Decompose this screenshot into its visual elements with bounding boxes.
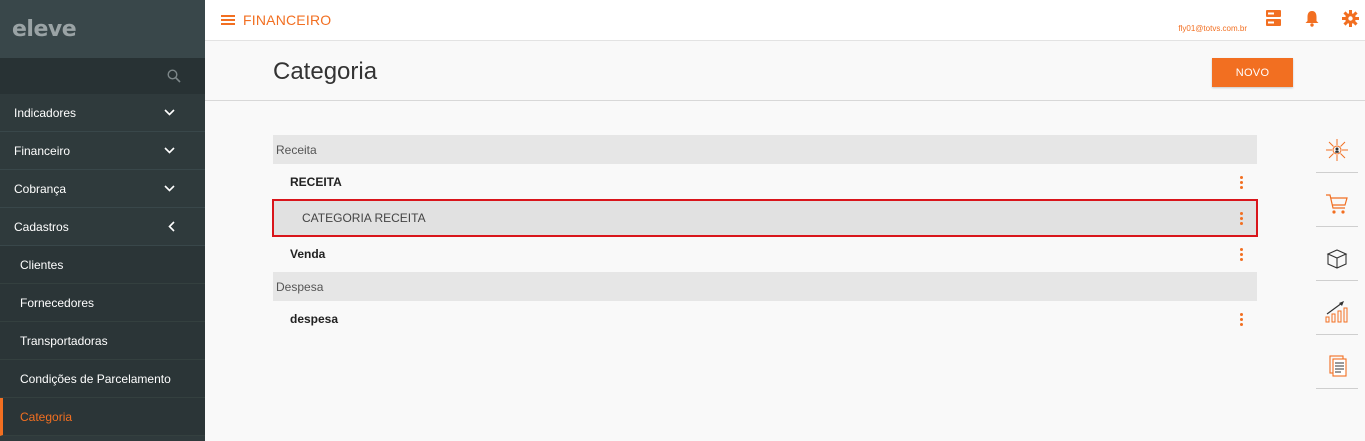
network-icon — [1326, 139, 1348, 161]
sidebar-item-label: Financeiro — [14, 143, 71, 158]
shortcut-bar — [1316, 128, 1358, 398]
list-item[interactable]: despesa — [273, 301, 1257, 337]
gear-icon[interactable] — [1342, 10, 1359, 27]
sidebar-subitem-condicoes-parcelamento[interactable]: Condições de Parcelamento — [0, 360, 205, 398]
shortcut-cart[interactable] — [1316, 182, 1358, 227]
more-options-icon[interactable] — [1236, 311, 1247, 328]
sidebar-item-cobranca[interactable]: Cobrança — [0, 170, 205, 208]
chevron-down-icon — [164, 185, 175, 192]
sidebar-subitem-categoria[interactable]: Categoria — [0, 398, 205, 436]
bell-icon[interactable] — [1305, 10, 1319, 27]
more-options-icon[interactable] — [1236, 246, 1247, 263]
more-options-icon[interactable] — [1236, 174, 1247, 191]
module-title: FINANCEIRO — [243, 12, 332, 28]
document-icon — [1329, 355, 1347, 377]
chevron-down-icon — [164, 109, 175, 116]
sidebar-item-label: Cadastros — [14, 219, 69, 234]
list-item[interactable]: RECEITA — [273, 164, 1257, 200]
list-item-selected[interactable]: CATEGORIA RECEITA — [272, 199, 1258, 237]
logo: eleve — [12, 16, 77, 42]
group-header-despesa: Despesa — [273, 272, 1257, 301]
user-email[interactable]: fly01@totvs.com.br — [1178, 24, 1247, 33]
group-header-receita: Receita — [273, 135, 1257, 164]
new-button[interactable]: NOVO — [1212, 58, 1293, 87]
shortcut-network[interactable] — [1316, 128, 1358, 173]
list-item-label: Venda — [290, 247, 326, 261]
box-icon — [1326, 249, 1348, 269]
menu-icon[interactable] — [221, 15, 235, 25]
chart-growth-icon — [1325, 301, 1348, 323]
sidebar-subitem-clientes[interactable]: Clientes — [0, 246, 205, 284]
topbar: FINANCEIRO fly01@totvs.com.br — [205, 0, 1365, 41]
list-item-label: despesa — [290, 312, 339, 326]
cart-icon — [1326, 194, 1348, 214]
category-list: Receita RECEITA CATEGORIA RECEITA Venda … — [272, 135, 1258, 337]
list-item-label: RECEITA — [290, 175, 342, 189]
sidebar-search[interactable] — [0, 58, 205, 94]
search-icon[interactable] — [167, 69, 181, 83]
sidebar-item-label: Cobrança — [14, 181, 67, 196]
sidebar-nav: Indicadores Financeiro Cobrança Cadastro… — [0, 94, 205, 436]
sidebar-subitem-fornecedores[interactable]: Fornecedores — [0, 284, 205, 322]
sidebar-item-label: Indicadores — [14, 105, 77, 120]
chevron-left-icon — [168, 221, 175, 232]
shortcut-document[interactable] — [1316, 344, 1358, 389]
more-options-icon[interactable] — [1236, 210, 1247, 227]
chevron-down-icon — [164, 147, 175, 154]
page-header: Categoria NOVO — [205, 41, 1365, 101]
sidebar-item-indicadores[interactable]: Indicadores — [0, 94, 205, 132]
sidebar-subitem-transportadoras[interactable]: Transportadoras — [0, 322, 205, 360]
list-item-label: CATEGORIA RECEITA — [302, 211, 426, 225]
brand: eleve — [0, 0, 205, 58]
page-title: Categoria — [273, 58, 378, 85]
list-item[interactable]: Venda — [273, 236, 1257, 272]
server-icon[interactable] — [1266, 10, 1281, 27]
sidebar: eleve Indicadores Financeiro Cobrança Ca… — [0, 0, 205, 441]
sidebar-item-cadastros[interactable]: Cadastros — [0, 208, 205, 246]
shortcut-growth[interactable] — [1316, 290, 1358, 335]
sidebar-item-financeiro[interactable]: Financeiro — [0, 132, 205, 170]
shortcut-box[interactable] — [1316, 236, 1358, 281]
